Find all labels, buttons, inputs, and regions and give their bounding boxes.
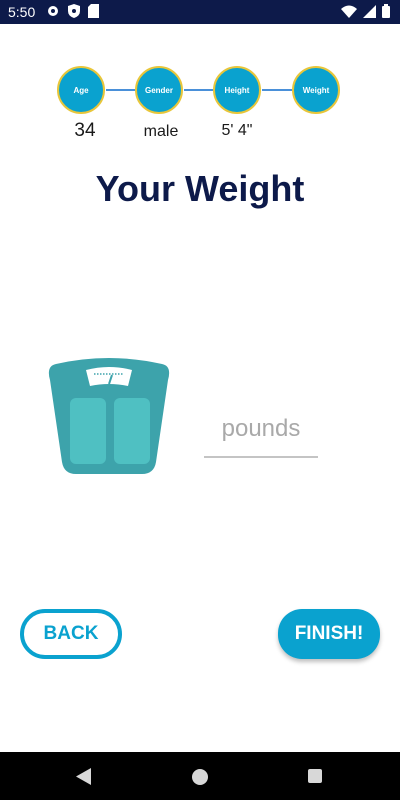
step-label-age: Age: [73, 85, 89, 95]
progress-stepper: Age Gender Height Weight 34 male 5' 4": [0, 64, 400, 141]
nav-home-icon[interactable]: [192, 769, 208, 785]
nav-recents-icon[interactable]: [308, 769, 322, 783]
step-weight: Weight: [292, 66, 340, 114]
step-value-age: 34: [74, 120, 96, 141]
wifi-icon: [341, 5, 357, 21]
page-title: Your Weight: [95, 168, 305, 209]
navigation-bar: [0, 752, 400, 800]
status-time: 5:50: [8, 4, 36, 20]
back-button[interactable]: BACK: [20, 609, 122, 659]
step-gender: Gender: [135, 66, 183, 114]
step-label-weight: Weight: [302, 85, 330, 95]
step-height: Height: [213, 66, 261, 114]
scale-icon: [48, 356, 170, 476]
step-label-height: Height: [224, 85, 250, 95]
step-age: Age: [57, 66, 105, 114]
battery-icon: [382, 4, 390, 21]
shield-icon: [68, 4, 80, 21]
weight-input[interactable]: [204, 402, 318, 458]
signal-icon: [363, 4, 376, 21]
step-connector: [106, 89, 136, 91]
step-connector: [184, 89, 214, 91]
step-value-gender: male: [143, 123, 179, 140]
gear-icon: [46, 4, 60, 21]
step-value-height: 5' 4": [221, 122, 253, 139]
finish-button[interactable]: FINISH!: [278, 609, 380, 659]
sd-card-icon: [88, 4, 99, 21]
step-label-gender: Gender: [144, 85, 173, 95]
nav-back-icon[interactable]: [76, 768, 92, 790]
step-connector: [262, 89, 292, 91]
status-bar: 5:50: [0, 0, 400, 24]
